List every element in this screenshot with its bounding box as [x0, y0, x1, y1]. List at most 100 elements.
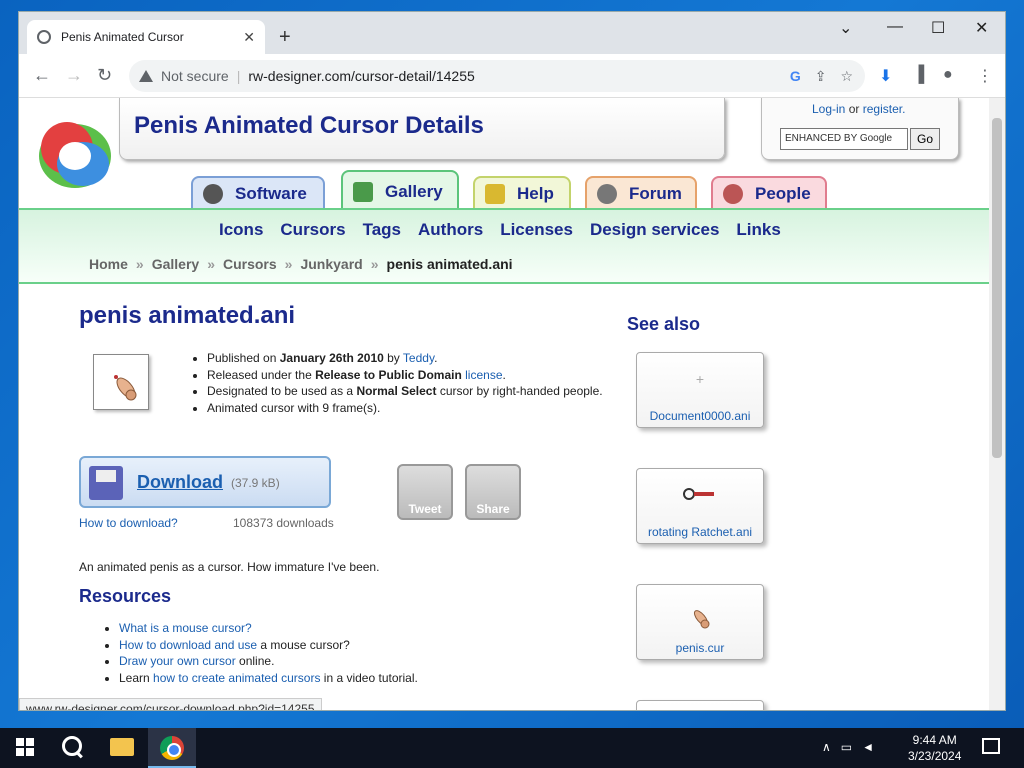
tab-forum[interactable]: Forum — [585, 176, 697, 210]
see-also-heading: See also — [627, 314, 701, 334]
info-license: Released under the Release to Public Dom… — [207, 367, 603, 384]
side-panel-icon[interactable]: ▐ — [913, 66, 924, 84]
menu-licenses[interactable]: Licenses — [500, 220, 573, 240]
info-published: Published on January 26th 2010 by Teddy. — [207, 350, 603, 367]
volume-muted-icon[interactable]: ◄ — [862, 740, 874, 754]
taskbar: ∧ ▭ ◄ 9:44 AM 3/23/2024 — [0, 728, 1024, 768]
close-window-icon[interactable]: ✕ — [975, 18, 988, 38]
how-to-download-link[interactable]: How to download? — [79, 516, 178, 530]
profile-icon[interactable]: ● — [943, 66, 953, 84]
notification-icon[interactable] — [982, 738, 1000, 754]
resources-heading: Resources — [79, 586, 172, 606]
crumb-gallery[interactable]: Gallery — [152, 256, 199, 272]
reload-icon[interactable]: ↻ — [97, 65, 112, 86]
download-label[interactable]: Download — [137, 472, 223, 493]
search-go-button[interactable]: Go — [910, 128, 940, 150]
menu-design-services[interactable]: Design services — [590, 220, 719, 240]
menu-links[interactable]: Links — [736, 220, 780, 240]
tab-software[interactable]: Software — [191, 176, 325, 210]
resource-suffix: online. — [235, 654, 275, 668]
file-explorer-icon[interactable] — [110, 738, 134, 756]
resource-link[interactable]: Draw your own cursor — [119, 654, 236, 668]
download-size: (37.9 kB) — [231, 476, 280, 490]
new-tab-icon[interactable]: + — [279, 26, 291, 49]
disc-icon — [203, 184, 223, 204]
crumb-home[interactable]: Home — [89, 256, 128, 272]
see-also-label[interactable]: rotating Ratchet.ani — [637, 525, 763, 539]
bookmark-star-icon[interactable]: ☆ — [840, 68, 853, 85]
crumb-separator-icon: » — [284, 256, 293, 272]
cursor-preview[interactable] — [93, 354, 149, 410]
back-icon[interactable]: ← — [33, 65, 51, 86]
taskbar-search-icon[interactable] — [62, 736, 82, 756]
designated-prefix: Designated to be used as a — [207, 384, 357, 398]
menu-authors[interactable]: Authors — [418, 220, 483, 240]
page-scrollbar[interactable] — [989, 98, 1005, 710]
globe-icon — [37, 30, 51, 44]
see-also-card[interactable]: rotating Ratchet.ani — [636, 468, 764, 544]
tweet-button[interactable]: Tweet — [397, 464, 453, 520]
resource-link[interactable]: how to create animated cursors — [153, 671, 320, 685]
resource-item: What is a mouse cursor? — [119, 620, 418, 637]
download-icon[interactable]: ⬇ — [879, 66, 892, 86]
search-input[interactable]: ENHANCED BY Google — [780, 128, 908, 150]
see-also-card[interactable]: penis.cur — [636, 584, 764, 660]
cursor-preview-icon — [114, 375, 137, 401]
main-menu: Icons Cursors Tags Authors Licenses Desi… — [219, 220, 781, 240]
network-icon[interactable]: ▭ — [841, 740, 852, 754]
designated-role: Normal Select — [356, 384, 437, 398]
crumb-separator-icon: » — [370, 256, 379, 272]
share-button[interactable]: Share — [465, 464, 521, 520]
crumb-current: penis animated.ani — [386, 256, 513, 272]
login-link[interactable]: Log-in — [812, 102, 845, 116]
google-icon[interactable]: G — [790, 68, 801, 85]
taskbar-clock[interactable]: 9:44 AM 3/23/2024 — [908, 732, 961, 764]
breadcrumb: Home » Gallery » Cursors » Junkyard » pe… — [89, 256, 513, 272]
address-bar[interactable]: Not secure | rw-designer.com/cursor-deta… — [129, 60, 865, 92]
resources-list: What is a mouse cursor? How to download … — [119, 620, 418, 686]
tab-people[interactable]: People — [711, 176, 827, 210]
browser-toolbar: ← → ↻ Not secure | rw-designer.com/curso… — [19, 54, 1005, 98]
see-also-card[interactable] — [636, 700, 764, 710]
resource-item: Draw your own cursor online. — [119, 653, 418, 670]
close-tab-icon[interactable]: ✕ — [243, 29, 255, 46]
system-tray: ∧ ▭ ◄ — [822, 740, 874, 754]
forward-icon[interactable]: → — [65, 65, 83, 86]
browser-tab[interactable]: Penis Animated Cursor ✕ — [27, 20, 265, 54]
crumb-separator-icon: » — [135, 256, 144, 272]
resource-link[interactable]: How to download and use — [119, 638, 257, 652]
url-text: rw-designer.com/cursor-detail/14255 — [248, 68, 475, 84]
resource-link[interactable]: What is a mouse cursor? — [119, 621, 252, 635]
share-label: Share — [476, 502, 510, 516]
tab-strip: Penis Animated Cursor ✕ + ⌄ — ☐ ✕ — [19, 12, 1005, 54]
tray-chevron-icon[interactable]: ∧ — [822, 740, 831, 754]
author-link[interactable]: Teddy — [403, 351, 434, 365]
crosshair-icon: + — [695, 371, 705, 387]
login-line: Log-in or register. — [812, 102, 905, 116]
scrollbar-thumb[interactable] — [992, 118, 1002, 458]
see-also-label[interactable]: Document0000.ani — [637, 409, 763, 423]
crumb-cursors[interactable]: Cursors — [223, 256, 277, 272]
menu-icon[interactable]: ⋮ — [977, 66, 993, 86]
tab-search-icon[interactable]: ⌄ — [839, 18, 852, 38]
register-link[interactable]: register. — [863, 102, 906, 116]
cursor-info-list: Published on January 26th 2010 by Teddy.… — [189, 350, 603, 416]
chrome-taskbar-button[interactable] — [148, 728, 196, 768]
share-page-icon[interactable]: ⇪ — [815, 68, 827, 85]
minimize-icon[interactable]: — — [887, 18, 903, 36]
security-label: Not secure — [161, 68, 229, 84]
license-link[interactable]: license — [465, 368, 502, 382]
maximize-icon[interactable]: ☐ — [931, 18, 945, 38]
crumb-junkyard[interactable]: Junkyard — [300, 256, 362, 272]
tab-help[interactable]: Help — [473, 176, 571, 210]
tab-gallery[interactable]: Gallery — [341, 170, 459, 212]
see-also-card[interactable]: + Document0000.ani — [636, 352, 764, 428]
clock-date: 3/23/2024 — [908, 749, 962, 763]
menu-icons[interactable]: Icons — [219, 220, 263, 240]
windows-start-icon[interactable] — [16, 738, 34, 756]
menu-cursors[interactable]: Cursors — [280, 220, 345, 240]
download-button[interactable]: Download (37.9 kB) — [79, 456, 331, 508]
tab-forum-label: Forum — [629, 184, 682, 203]
see-also-label[interactable]: penis.cur — [637, 641, 763, 655]
menu-tags[interactable]: Tags — [363, 220, 401, 240]
